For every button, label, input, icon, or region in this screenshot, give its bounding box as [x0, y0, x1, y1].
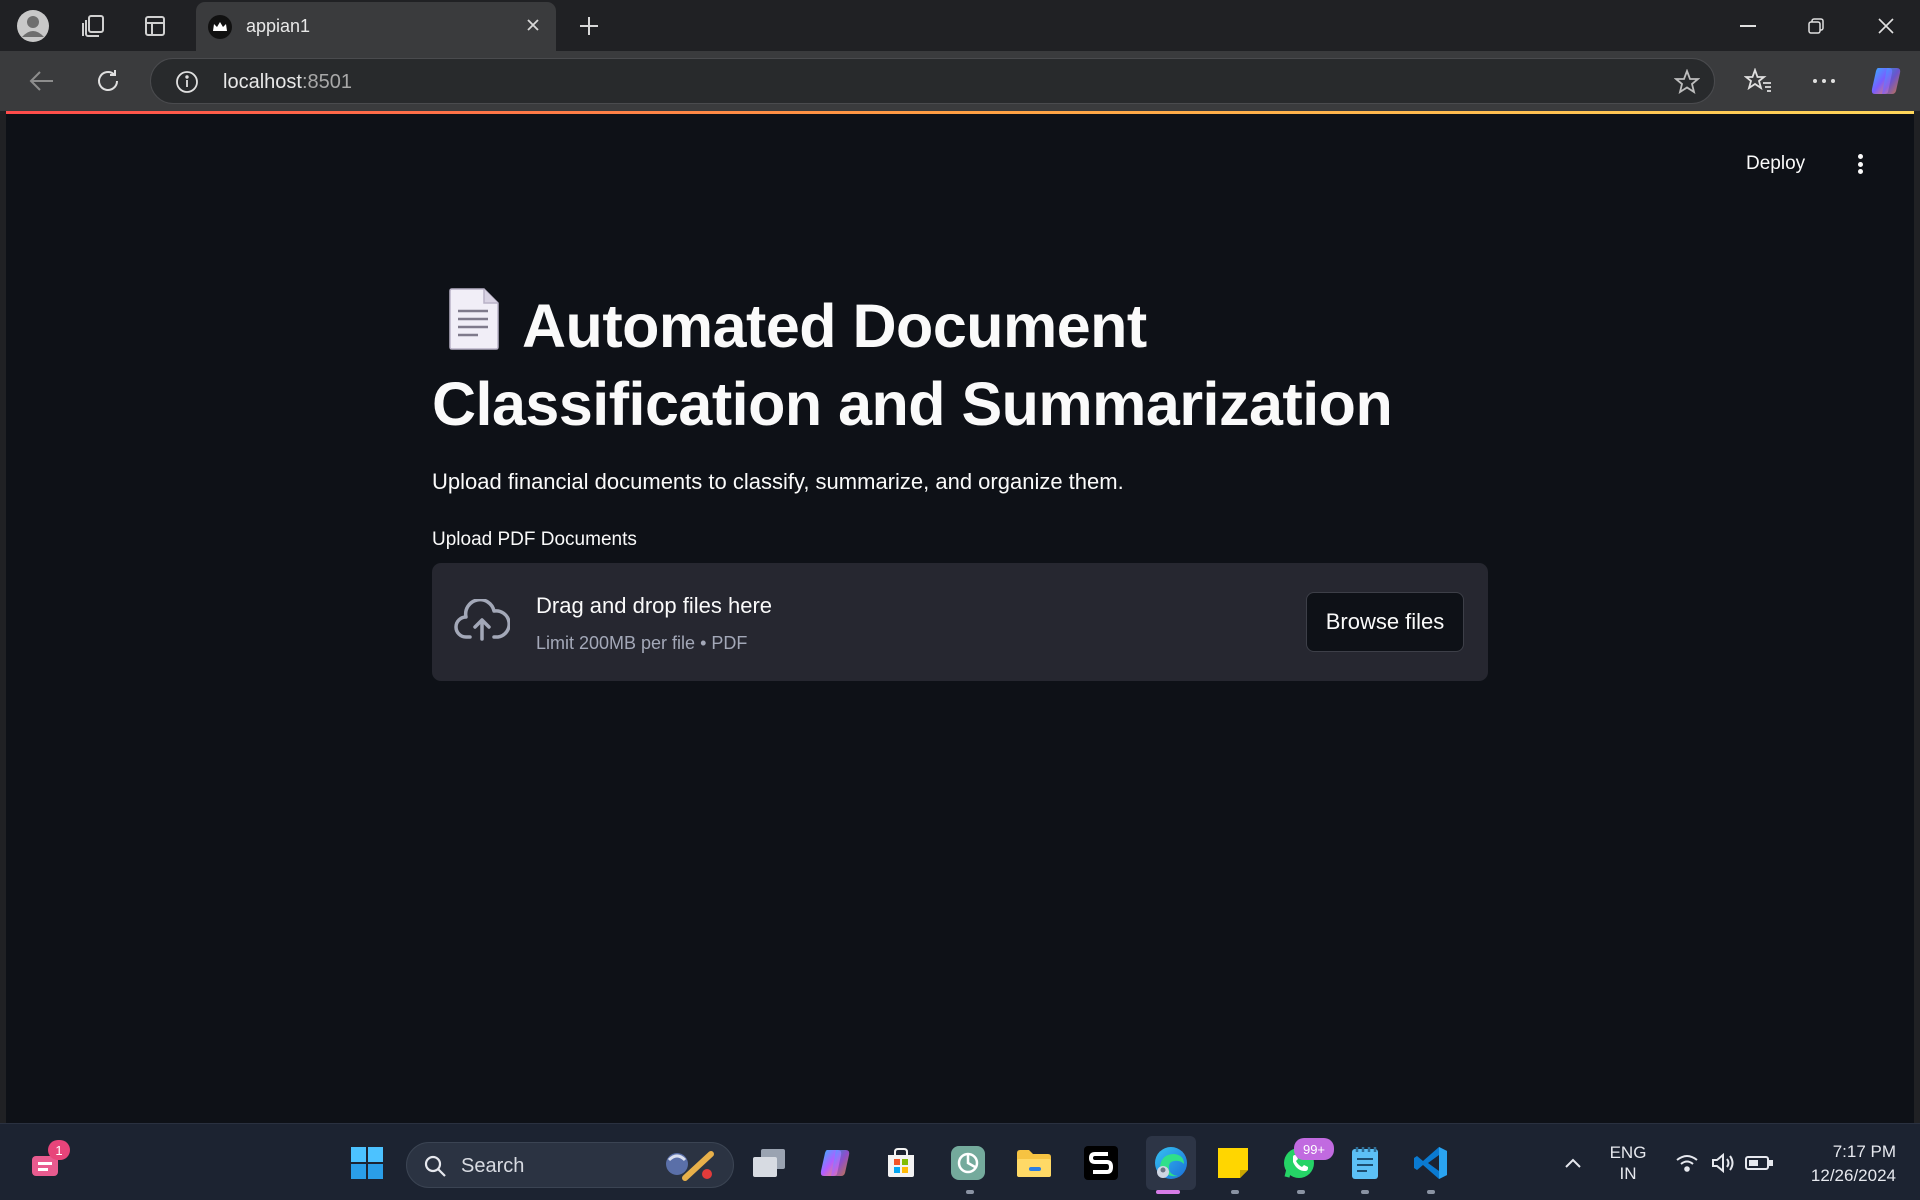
- minimize-icon[interactable]: [1722, 6, 1774, 46]
- profile-avatar-icon[interactable]: [16, 9, 50, 43]
- more-options-icon[interactable]: [1804, 61, 1844, 101]
- browse-files-button[interactable]: Browse files: [1306, 592, 1464, 652]
- edge-browser-icon[interactable]: [1146, 1136, 1196, 1190]
- copilot-taskbar-icon[interactable]: [814, 1142, 856, 1184]
- search-icon: [424, 1155, 446, 1177]
- browser-tab-active[interactable]: appian1: [196, 2, 556, 51]
- taskbar-clock[interactable]: 7:17 PM 12/26/2024: [1811, 1140, 1896, 1188]
- app-page: Deploy Automated Document Classification…: [6, 111, 1914, 1123]
- workspaces-icon[interactable]: [76, 9, 110, 43]
- running-indicator: [966, 1190, 974, 1194]
- restore-icon[interactable]: [1790, 6, 1842, 46]
- taskbar-search-box[interactable]: Search: [406, 1142, 734, 1188]
- cloud-upload-icon: [454, 598, 511, 643]
- windows-start-icon[interactable]: [346, 1142, 388, 1184]
- chatgpt-icon[interactable]: [947, 1142, 989, 1184]
- tab-actions-icon[interactable]: [138, 9, 172, 43]
- notepad-icon[interactable]: [1344, 1142, 1386, 1184]
- close-window-icon[interactable]: [1860, 6, 1912, 46]
- main-content: Automated Document Classification and Su…: [432, 287, 1492, 681]
- browser-titlebar: appian1: [0, 0, 1920, 51]
- app-header-decoration: [6, 111, 1914, 114]
- favorites-icon[interactable]: [1738, 61, 1778, 101]
- dropzone-limit-text: Limit 200MB per file • PDF: [536, 633, 748, 653]
- file-explorer-icon[interactable]: [1013, 1142, 1055, 1184]
- whatsapp-unread-badge: 99+: [1294, 1138, 1334, 1160]
- copilot-icon[interactable]: [1866, 61, 1906, 101]
- volume-icon[interactable]: [1704, 1142, 1742, 1184]
- running-indicator-2: [1231, 1190, 1239, 1194]
- running-indicator-4: [1361, 1190, 1369, 1194]
- page-title: Automated Document Classification and Su…: [432, 287, 1492, 443]
- page-title-line1: Automated Document: [522, 292, 1147, 360]
- windows-taskbar: 1 Search 99+ ENG IN 7:17 PM 12/26/2024: [0, 1123, 1920, 1200]
- favorite-star-icon[interactable]: [1673, 68, 1701, 95]
- task-view-icon[interactable]: [748, 1142, 790, 1184]
- url-text: localhost:8501: [223, 71, 352, 93]
- dropzone-instruction: Drag and drop files here: [536, 593, 773, 618]
- site-info-icon[interactable]: [175, 70, 199, 94]
- notification-count-badge: 1: [48, 1140, 70, 1160]
- file-uploader-label: Upload PDF Documents: [432, 529, 637, 550]
- running-indicator-3: [1297, 1190, 1305, 1194]
- page-subtitle: Upload financial documents to classify, …: [432, 469, 1124, 494]
- back-arrow-icon[interactable]: [22, 61, 62, 101]
- show-hidden-icons-icon[interactable]: [1554, 1142, 1592, 1184]
- search-placeholder: Search: [461, 1155, 525, 1177]
- address-bar[interactable]: localhost:8501: [150, 58, 1715, 104]
- vscode-icon[interactable]: [1410, 1142, 1452, 1184]
- s-app-icon[interactable]: [1080, 1142, 1122, 1184]
- sticky-notes-icon[interactable]: [1212, 1142, 1254, 1184]
- tab-title: appian1: [246, 16, 311, 36]
- streamlit-favicon-icon: [208, 15, 232, 39]
- refresh-icon[interactable]: [88, 61, 128, 101]
- running-indicator-5: [1427, 1190, 1435, 1194]
- document-icon: [448, 287, 500, 351]
- tab-close-icon[interactable]: [520, 12, 546, 38]
- active-app-indicator: [1156, 1190, 1180, 1194]
- page-title-line2: Classification and Summarization: [432, 370, 1393, 438]
- microsoft-store-icon[interactable]: [880, 1142, 922, 1184]
- cricket-highlight-icon: [666, 1151, 714, 1181]
- new-tab-icon[interactable]: [572, 9, 606, 43]
- battery-icon[interactable]: [1740, 1142, 1778, 1184]
- language-indicator[interactable]: ENG IN: [1602, 1142, 1654, 1184]
- main-menu-icon[interactable]: [1848, 151, 1872, 177]
- deploy-button[interactable]: Deploy: [1746, 153, 1805, 175]
- wifi-icon[interactable]: [1668, 1142, 1706, 1184]
- file-dropzone[interactable]: Drag and drop files here Limit 200MB per…: [432, 563, 1488, 681]
